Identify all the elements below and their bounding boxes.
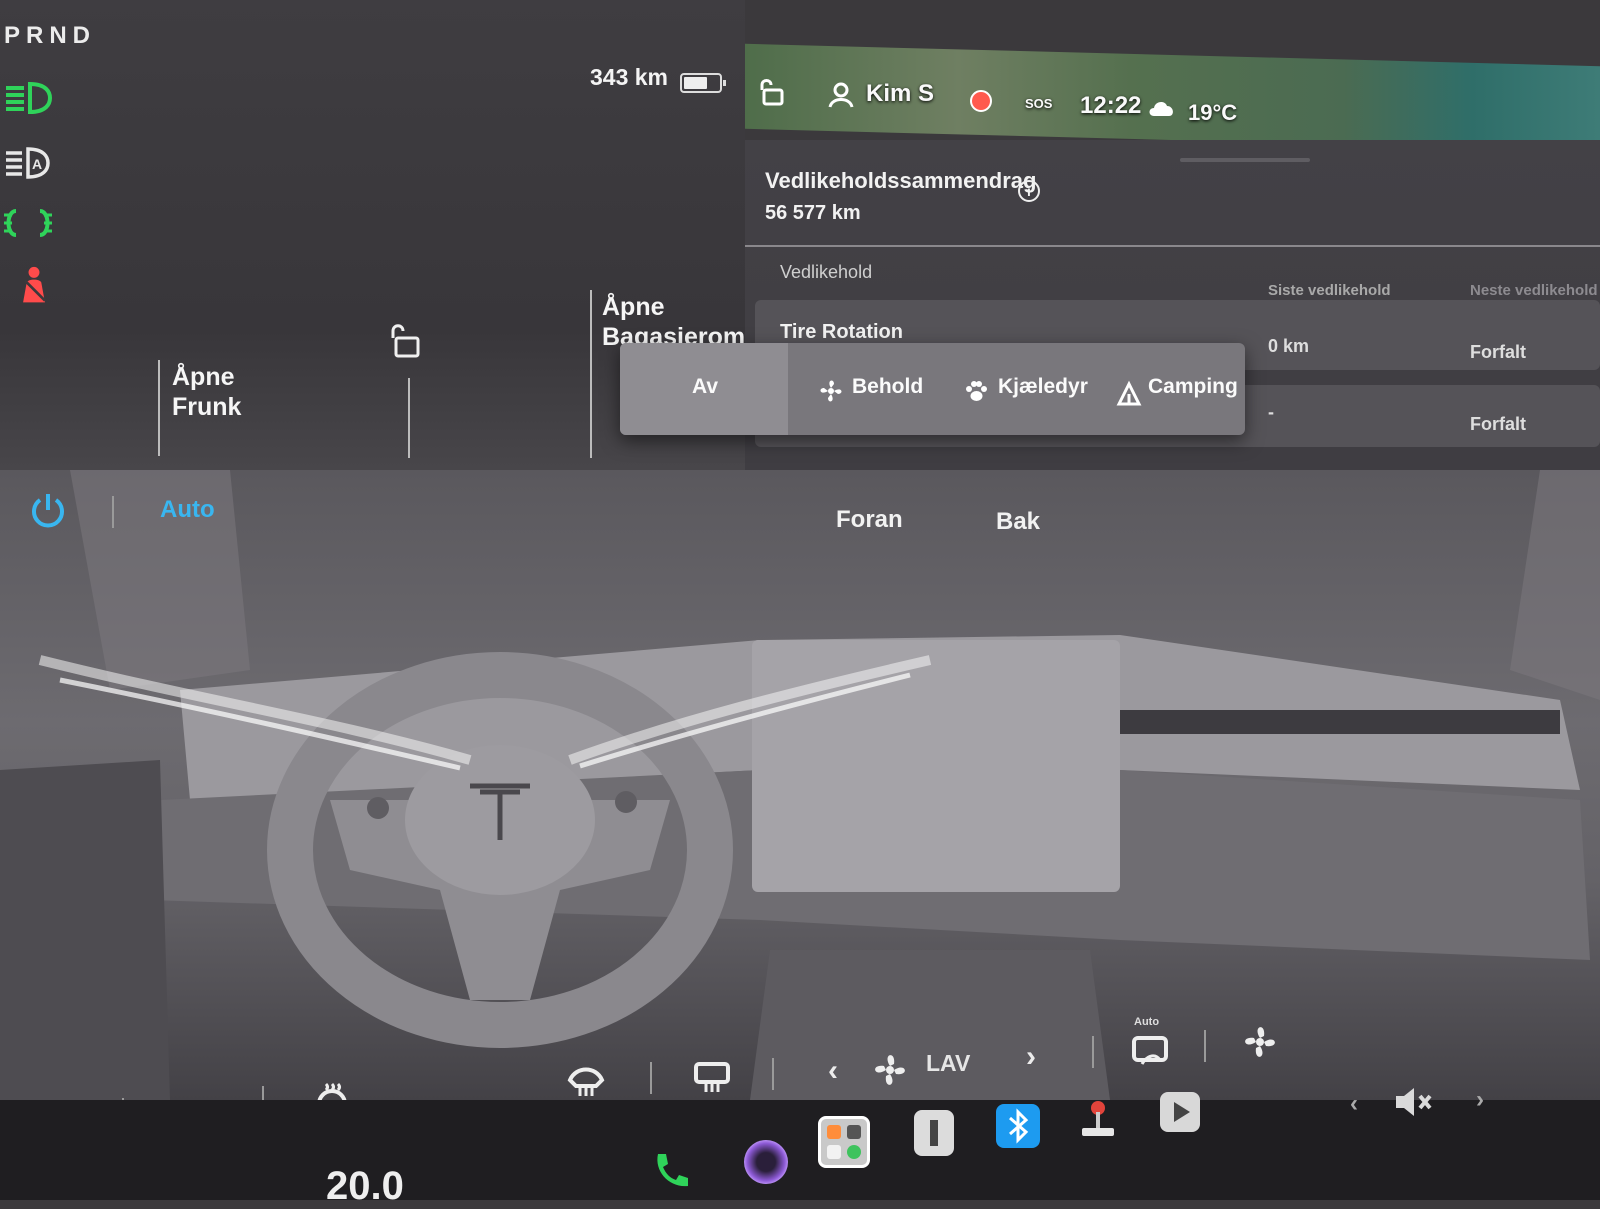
volume-muted-icon[interactable]: [1392, 1082, 1436, 1122]
speed-setting[interactable]: 20.0: [326, 1164, 404, 1209]
door-divider: [408, 378, 410, 458]
next-service-status: Forfalt: [1470, 414, 1526, 434]
recording-icon[interactable]: [970, 90, 992, 112]
option-pet[interactable]: Kjæledyr: [998, 375, 1088, 399]
driver-profile-name[interactable]: Kim S: [866, 80, 934, 108]
section-label: Vedlikehold: [780, 262, 873, 282]
fan-keep-icon: [820, 380, 842, 402]
range-readout: 343 km: [590, 64, 669, 90]
frunk-divider: [158, 360, 160, 456]
front-defrost-icon[interactable]: [566, 1060, 606, 1100]
sos-label[interactable]: SOS: [1025, 96, 1052, 111]
front-airflow-tab[interactable]: Foran: [836, 506, 903, 534]
separator: [112, 496, 114, 528]
parking-lights-icon: [4, 209, 52, 237]
outside-temperature: 19°C: [1188, 100, 1238, 125]
info-icon[interactable]: i: [1018, 180, 1040, 202]
battery-icon: [680, 73, 726, 93]
cabin-climate-view: [0, 470, 1600, 1100]
separator: [1092, 1036, 1094, 1068]
option-keep[interactable]: Behold: [852, 375, 923, 399]
column-next-service: Neste vedlikehold: [1470, 282, 1598, 299]
fan-speed-label: LAV: [926, 1050, 971, 1076]
section-divider: [745, 245, 1600, 247]
last-service-value: 0 km: [1268, 336, 1310, 356]
option-off[interactable]: Av: [692, 375, 718, 399]
maintenance-title: Vedlikeholdssammendrag: [765, 168, 1037, 193]
seatbelt-warning-icon: [23, 266, 46, 303]
svg-text:A: A: [32, 156, 42, 172]
rear-airflow-tab[interactable]: Bak: [996, 508, 1040, 536]
separator: [650, 1062, 652, 1094]
open-frunk-button[interactable]: Åpne Frunk: [172, 362, 241, 422]
lock-status-icon[interactable]: [760, 78, 786, 106]
maintenance-row-title: Tire Rotation: [780, 321, 903, 343]
next-service-status: Forfalt: [1470, 342, 1526, 362]
cabin-illustration: [0, 470, 1600, 1100]
joystick-arcade-icon[interactable]: [1076, 1098, 1120, 1142]
climate-power-icon[interactable]: [28, 490, 68, 530]
fan-decrease-chevron[interactable]: ‹: [828, 1054, 838, 1088]
odometer: 56 577 km: [765, 202, 861, 224]
phone-icon[interactable]: [648, 1148, 692, 1192]
panel-grabber[interactable]: [1180, 158, 1310, 162]
app-launcher-icon[interactable]: [818, 1116, 870, 1168]
bottom-dock: [0, 1100, 1600, 1200]
column-last-service: Siste vedlikehold: [1268, 282, 1391, 299]
bluetooth-icon[interactable]: [996, 1104, 1040, 1148]
media-player-icon[interactable]: [1160, 1092, 1200, 1132]
recirculation-icon[interactable]: [1130, 1032, 1170, 1072]
paw-icon: [966, 381, 987, 401]
climate-auto-button[interactable]: Auto: [160, 496, 215, 524]
last-service-value: -: [1268, 402, 1274, 422]
option-camping[interactable]: Camping: [1148, 375, 1238, 399]
separator: [772, 1058, 774, 1090]
camera-app-icon[interactable]: [744, 1140, 788, 1184]
vehicle-info-app-icon[interactable]: [914, 1110, 954, 1156]
clock: 12:22: [1080, 92, 1142, 119]
volume-increase-chevron[interactable]: ›: [1476, 1086, 1484, 1114]
climate-fan-menu-icon[interactable]: [1240, 1022, 1280, 1062]
tent-icon: [1116, 380, 1142, 406]
auto-high-beam-icon: A: [6, 147, 50, 179]
weather-cloud-icon: [1149, 102, 1173, 116]
rear-defrost-icon[interactable]: [692, 1056, 732, 1096]
fan-increase-chevron[interactable]: ›: [1026, 1040, 1036, 1074]
unlock-icon[interactable]: [388, 322, 422, 358]
fan-icon: [875, 1055, 905, 1085]
gear-indicator: PRND: [4, 22, 97, 49]
low-beam-icon: [6, 81, 53, 115]
recirculation-auto-label: Auto: [1134, 1016, 1160, 1028]
trunk-divider: [590, 290, 592, 458]
driver-profile-icon[interactable]: [828, 82, 854, 108]
separator: [1204, 1030, 1206, 1062]
volume-decrease-chevron[interactable]: ‹: [1350, 1090, 1358, 1118]
